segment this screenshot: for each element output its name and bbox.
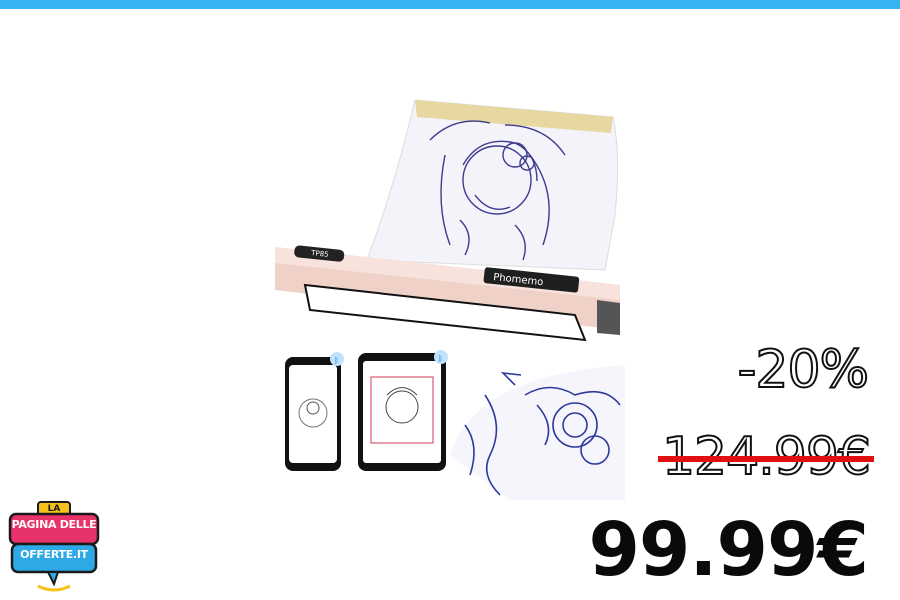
tablet-mockup: ᛒ <box>358 350 448 471</box>
tattoo-stencil-samples <box>450 365 625 500</box>
new-price: 99.99€ <box>588 507 869 593</box>
logo-text-top: LA <box>47 504 61 514</box>
old-price: 124.99€ <box>657 425 874 489</box>
tattoo-transfer-paper <box>366 99 619 271</box>
price-strikethrough <box>657 456 874 462</box>
discount-percentage: -20% <box>737 339 870 401</box>
logo-text-line1: PAGINA DELLE <box>11 518 97 531</box>
logo-text-line2: OFFERTE.IT <box>20 548 88 561</box>
svg-text:ᛒ: ᛒ <box>334 356 339 365</box>
site-logo[interactable]: LA PAGINA DELLE OFFERTE.IT <box>8 500 100 596</box>
phone-mockup: ᛒ <box>285 352 344 471</box>
svg-text:ᛒ: ᛒ <box>438 354 443 363</box>
top-accent-bar <box>0 0 900 9</box>
product-image: TP85 Phomemo ᛒ ᛒ <box>275 99 625 500</box>
